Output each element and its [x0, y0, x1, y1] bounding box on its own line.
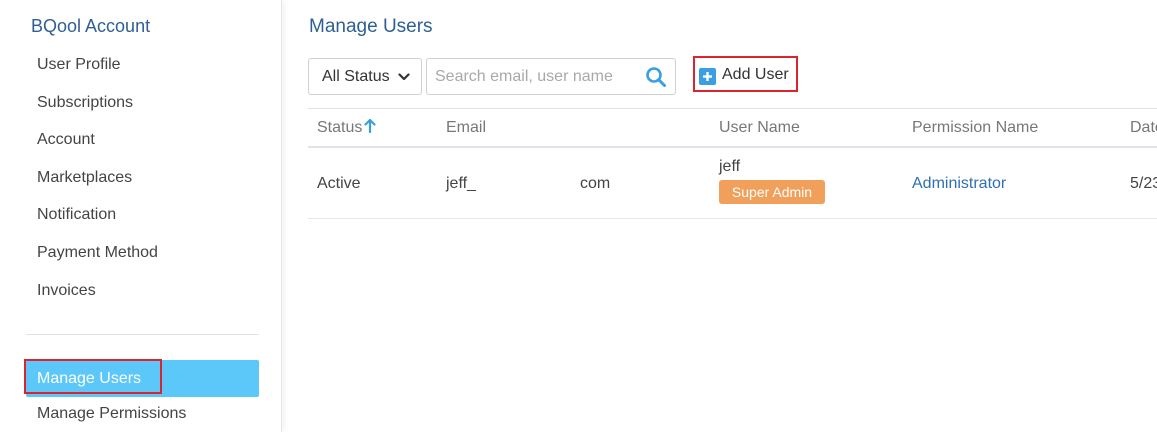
- status-filter-value: All Status: [322, 68, 390, 85]
- arrow-up-icon: [364, 119, 376, 133]
- sidebar-nav: User Profile Subscriptions Account Marke…: [0, 46, 282, 309]
- sidebar-item-invoices[interactable]: Invoices: [0, 272, 282, 310]
- sidebar-divider: [26, 334, 259, 335]
- status-filter-dropdown[interactable]: All Status: [308, 58, 422, 95]
- email-cell-end: com: [580, 175, 611, 192]
- status-cell: Active: [317, 175, 361, 192]
- column-header-date[interactable]: Date: [1130, 119, 1157, 137]
- page-title: Manage Users: [309, 16, 433, 37]
- email-cell-start: jeff_: [446, 175, 476, 192]
- add-user-button[interactable]: Add User: [693, 56, 798, 92]
- permission-link[interactable]: Administrator: [912, 175, 1006, 193]
- table-row[interactable]: Active jeff_ com jeff Super Admin Admini…: [308, 148, 1157, 219]
- sidebar-item-payment-method[interactable]: Payment Method: [0, 234, 282, 272]
- column-header-status[interactable]: Status: [317, 119, 376, 137]
- sidebar-item-manage-permissions[interactable]: Manage Permissions: [37, 405, 186, 423]
- search-box: [426, 58, 676, 95]
- chevron-down-icon: [398, 73, 410, 81]
- search-input[interactable]: [427, 59, 637, 94]
- user-name-cell: jeff: [719, 158, 741, 175]
- sidebar-item-marketplaces[interactable]: Marketplaces: [0, 159, 282, 197]
- sidebar: BQool Account User Profile Subscriptions…: [0, 0, 282, 432]
- column-header-email[interactable]: Email: [446, 119, 486, 137]
- column-header-user-name[interactable]: User Name: [719, 119, 800, 137]
- table-header: Status Email User Name Permission Name D…: [308, 108, 1157, 148]
- plus-square-icon: [699, 68, 716, 85]
- sidebar-item-account[interactable]: Account: [0, 121, 282, 159]
- search-icon[interactable]: [645, 66, 667, 88]
- sidebar-item-notification[interactable]: Notification: [0, 196, 282, 234]
- sidebar-item-manage-users[interactable]: Manage Users: [26, 360, 259, 397]
- sidebar-item-user-profile[interactable]: User Profile: [0, 46, 282, 84]
- sidebar-item-subscriptions[interactable]: Subscriptions: [0, 84, 282, 122]
- add-user-label: Add User: [722, 66, 789, 83]
- column-header-permission[interactable]: Permission Name: [912, 119, 1038, 137]
- column-header-status-label: Status: [317, 119, 363, 136]
- sidebar-title: BQool Account: [31, 16, 151, 36]
- role-badge: Super Admin: [719, 180, 825, 204]
- date-cell: 5/23: [1130, 175, 1157, 192]
